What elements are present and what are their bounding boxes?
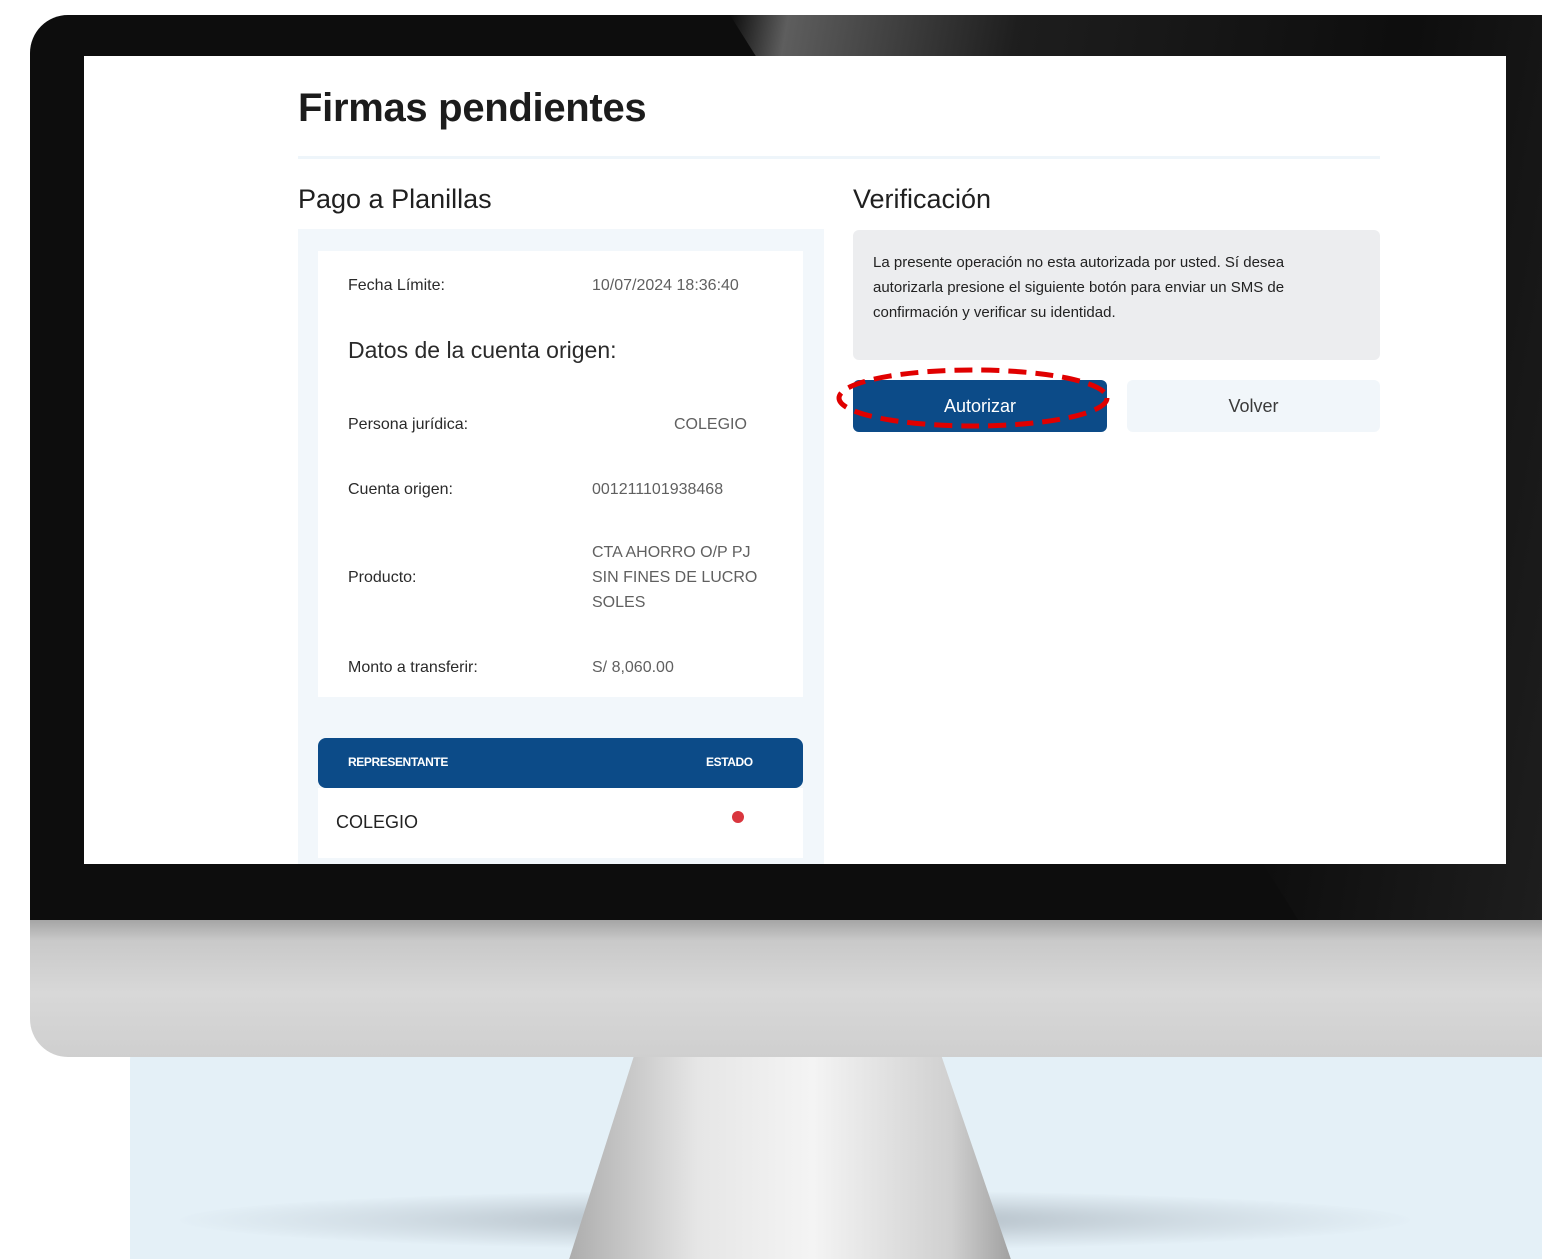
product-value-line-2: SIN FINES DE LUCRO	[592, 569, 758, 586]
operation-details-panel: Fecha Límite: 10/07/2024 18:36:40 Datos …	[298, 229, 824, 864]
page-title: Firmas pendientes	[298, 86, 647, 130]
product-label: Producto:	[348, 569, 417, 586]
operation-details-card: Fecha Límite: 10/07/2024 18:36:40 Datos …	[318, 251, 803, 697]
product-value-line-1: CTA AHORRO O/P PJ	[592, 544, 751, 561]
status-column-header: ESTADO	[706, 755, 753, 769]
origin-account-label: Cuenta origen:	[348, 481, 453, 498]
verification-message-line-2: autorizarla presione el siguiente botón …	[873, 279, 1285, 296]
title-divider	[298, 156, 1380, 159]
verification-section-title: Verificación	[853, 184, 992, 214]
verification-message-line-1: La presente operación no esta autorizada…	[873, 254, 1285, 271]
verification-message-line-3: confirmación y verificar su identidad.	[873, 304, 1116, 321]
deadline-label: Fecha Límite:	[348, 277, 445, 294]
authorize-button[interactable]: Autorizar	[853, 380, 1107, 432]
representative-column-header: REPRESENTANTE	[348, 755, 448, 769]
deadline-value: 10/07/2024 18:36:40	[592, 277, 739, 294]
payroll-section-title: Pago a Planillas	[298, 184, 492, 214]
representative-name: COLEGIO	[336, 812, 419, 832]
status-dot-icon	[732, 811, 744, 823]
origin-account-value: 001211101938468	[592, 481, 724, 498]
amount-label: Monto a transferir:	[348, 659, 478, 676]
monitor-chin	[30, 915, 1542, 1057]
product-value-line-3: SOLES	[592, 594, 646, 611]
table-row: COLEGIO	[318, 788, 803, 858]
verification-message: La presente operación no esta autorizada…	[853, 230, 1380, 360]
legal-person-value: COLEGIO	[674, 416, 747, 433]
origin-account-title: Datos de la cuenta origen:	[348, 337, 617, 363]
amount-value: S/ 8,060.00	[592, 659, 674, 676]
legal-person-label: Persona jurídica:	[348, 416, 469, 433]
monitor-stand	[569, 1057, 1011, 1259]
back-button[interactable]: Volver	[1127, 380, 1380, 432]
representatives-table-header: REPRESENTANTE ESTADO	[318, 738, 803, 788]
monitor-screen: Firmas pendientes Pago a Planillas Fecha…	[84, 56, 1506, 864]
